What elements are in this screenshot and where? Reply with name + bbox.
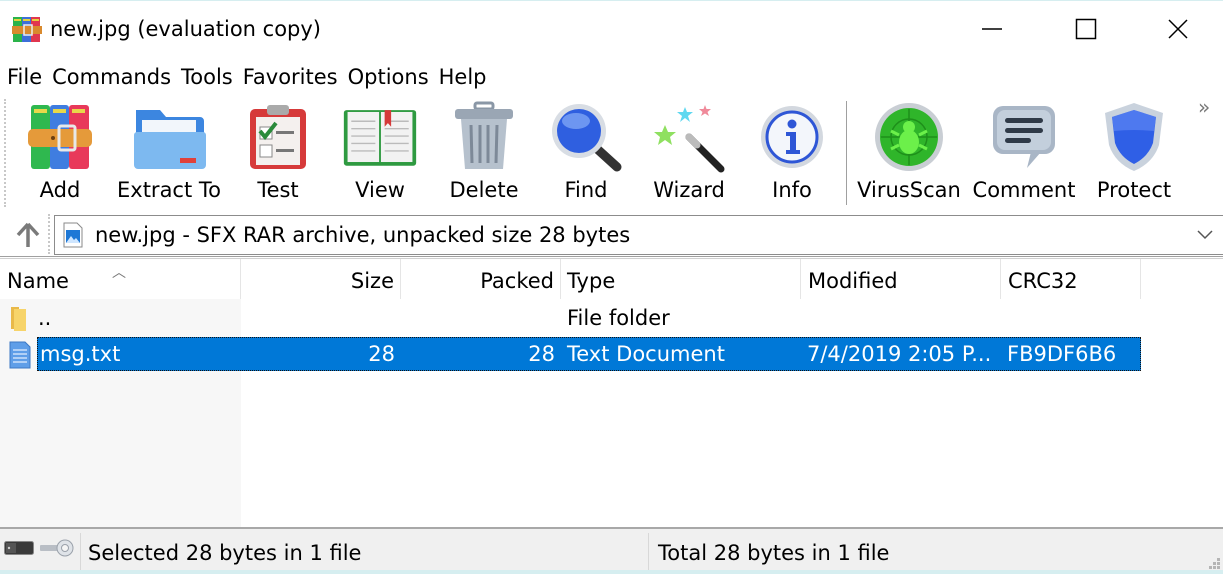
- list-item[interactable]: .. File folder: [0, 301, 1141, 335]
- list-item-selected[interactable]: msg.txt 28 28 Text Document 7/4/2019 2:0…: [0, 337, 1141, 371]
- file-size: 28: [368, 342, 395, 366]
- add-button[interactable]: Add: [22, 99, 98, 207]
- view-label: View: [355, 178, 405, 202]
- magnifier-icon: [552, 104, 622, 172]
- resize-grip-icon[interactable]: [1207, 556, 1221, 570]
- view-button[interactable]: View: [336, 99, 424, 207]
- file-modified: 7/4/2019 2:05 P...: [807, 342, 992, 366]
- close-button[interactable]: [1132, 1, 1223, 57]
- extract-to-button[interactable]: Extract To: [116, 99, 222, 207]
- delete-button[interactable]: Delete: [442, 99, 526, 207]
- sort-ascending-icon: ︿: [112, 265, 126, 281]
- status-bar: Selected 28 bytes in 1 file Total 28 byt…: [0, 527, 1223, 574]
- list-header: ︿ Name Size Packed Type Modified CRC32: [0, 259, 1223, 299]
- toolbar-overflow-chevron[interactable]: »: [1198, 95, 1210, 119]
- arrow-up-icon: [16, 222, 40, 247]
- folder-icon: [134, 110, 206, 169]
- wizard-button[interactable]: Wizard: [648, 99, 730, 207]
- drive-icon[interactable]: [4, 541, 34, 555]
- title-bar: new.jpg (evaluation copy): [0, 0, 1223, 58]
- status-divider: [648, 533, 649, 573]
- maximize-button[interactable]: [1040, 1, 1132, 57]
- magic-wand-icon: [654, 105, 725, 173]
- key-icon[interactable]: [38, 538, 74, 558]
- address-grip: [48, 214, 50, 254]
- window-title: new.jpg (evaluation copy): [50, 17, 321, 41]
- column-header-crc32[interactable]: CRC32: [1001, 259, 1141, 299]
- status-total: Total 28 bytes in 1 file: [658, 541, 890, 565]
- column-header-name[interactable]: ︿ Name: [0, 259, 241, 299]
- menu-commands[interactable]: Commands: [51, 61, 176, 93]
- speech-bubble-icon: [993, 106, 1055, 168]
- address-bar: new.jpg - SFX RAR archive, unpacked size…: [0, 212, 1223, 258]
- status-selected: Selected 28 bytes in 1 file: [88, 541, 362, 565]
- file-type: File folder: [567, 306, 670, 330]
- winrar-app-icon: [12, 17, 42, 42]
- menu-bar: File Commands Tools Favorites Options He…: [0, 58, 1223, 95]
- trash-icon: [455, 101, 513, 169]
- protect-button[interactable]: Protect: [1092, 99, 1176, 207]
- info-icon: [761, 106, 823, 168]
- shield-icon: [1105, 103, 1163, 171]
- status-icons: [4, 537, 74, 559]
- image-file-icon: [63, 222, 83, 248]
- clipboard-check-icon: [250, 105, 306, 169]
- bug-scan-icon: [875, 103, 943, 171]
- column-header-name-label: Name: [7, 269, 69, 293]
- file-name: msg.txt: [40, 342, 121, 366]
- column-header-packed[interactable]: Packed: [401, 259, 561, 299]
- find-label: Find: [564, 178, 608, 202]
- address-dropdown-button[interactable]: [1195, 224, 1215, 246]
- window-bottom-edge: [0, 570, 1223, 574]
- file-packed: 28: [528, 342, 555, 366]
- address-text: new.jpg - SFX RAR archive, unpacked size…: [95, 223, 631, 247]
- open-book-icon: [343, 110, 417, 166]
- text-file-icon: [9, 341, 31, 369]
- column-header-type[interactable]: Type: [561, 259, 801, 299]
- up-one-level-button[interactable]: [10, 218, 46, 252]
- column-header-modified[interactable]: Modified: [801, 259, 1001, 299]
- toolbar-grip[interactable]: [4, 99, 6, 207]
- find-button[interactable]: Find: [548, 99, 624, 207]
- info-button[interactable]: Info: [754, 99, 830, 207]
- status-divider: [80, 533, 81, 573]
- file-crc32: FB9DF6B6: [1007, 342, 1117, 366]
- menu-help[interactable]: Help: [438, 61, 492, 93]
- folder-icon: [11, 307, 26, 331]
- comment-label: Comment: [972, 178, 1076, 202]
- extract-to-label: Extract To: [117, 178, 221, 202]
- test-label: Test: [257, 178, 299, 202]
- toolbar-separator: [846, 101, 847, 205]
- toolbar: Add Extract To Test View Delete Find Wiz…: [0, 95, 1223, 212]
- protect-label: Protect: [1096, 178, 1172, 202]
- info-label: Info: [772, 178, 812, 202]
- column-header-size[interactable]: Size: [241, 259, 401, 299]
- menu-options[interactable]: Options: [347, 61, 434, 93]
- wizard-label: Wizard: [653, 178, 725, 202]
- maximize-icon: [1075, 18, 1097, 40]
- file-name: ..: [38, 306, 52, 330]
- comment-button[interactable]: Comment: [970, 99, 1078, 207]
- close-icon: [1168, 19, 1188, 39]
- menu-tools[interactable]: Tools: [180, 61, 238, 93]
- minimize-button[interactable]: [946, 1, 1038, 57]
- minimize-icon: [982, 28, 1002, 30]
- file-type: Text Document: [567, 342, 725, 366]
- menu-favorites[interactable]: Favorites: [242, 61, 343, 93]
- file-list[interactable]: ︿ Name Size Packed Type Modified CRC32 .…: [0, 259, 1223, 527]
- chevron-down-icon: [1197, 230, 1213, 240]
- address-field[interactable]: new.jpg - SFX RAR archive, unpacked size…: [54, 215, 1223, 255]
- add-label: Add: [39, 178, 81, 202]
- menu-file[interactable]: File: [6, 61, 47, 93]
- delete-label: Delete: [449, 178, 519, 202]
- virusscan-button[interactable]: VirusScan: [856, 99, 962, 207]
- test-button[interactable]: Test: [240, 99, 316, 207]
- archive-books-icon: [28, 105, 92, 169]
- virusscan-label: VirusScan: [857, 178, 961, 202]
